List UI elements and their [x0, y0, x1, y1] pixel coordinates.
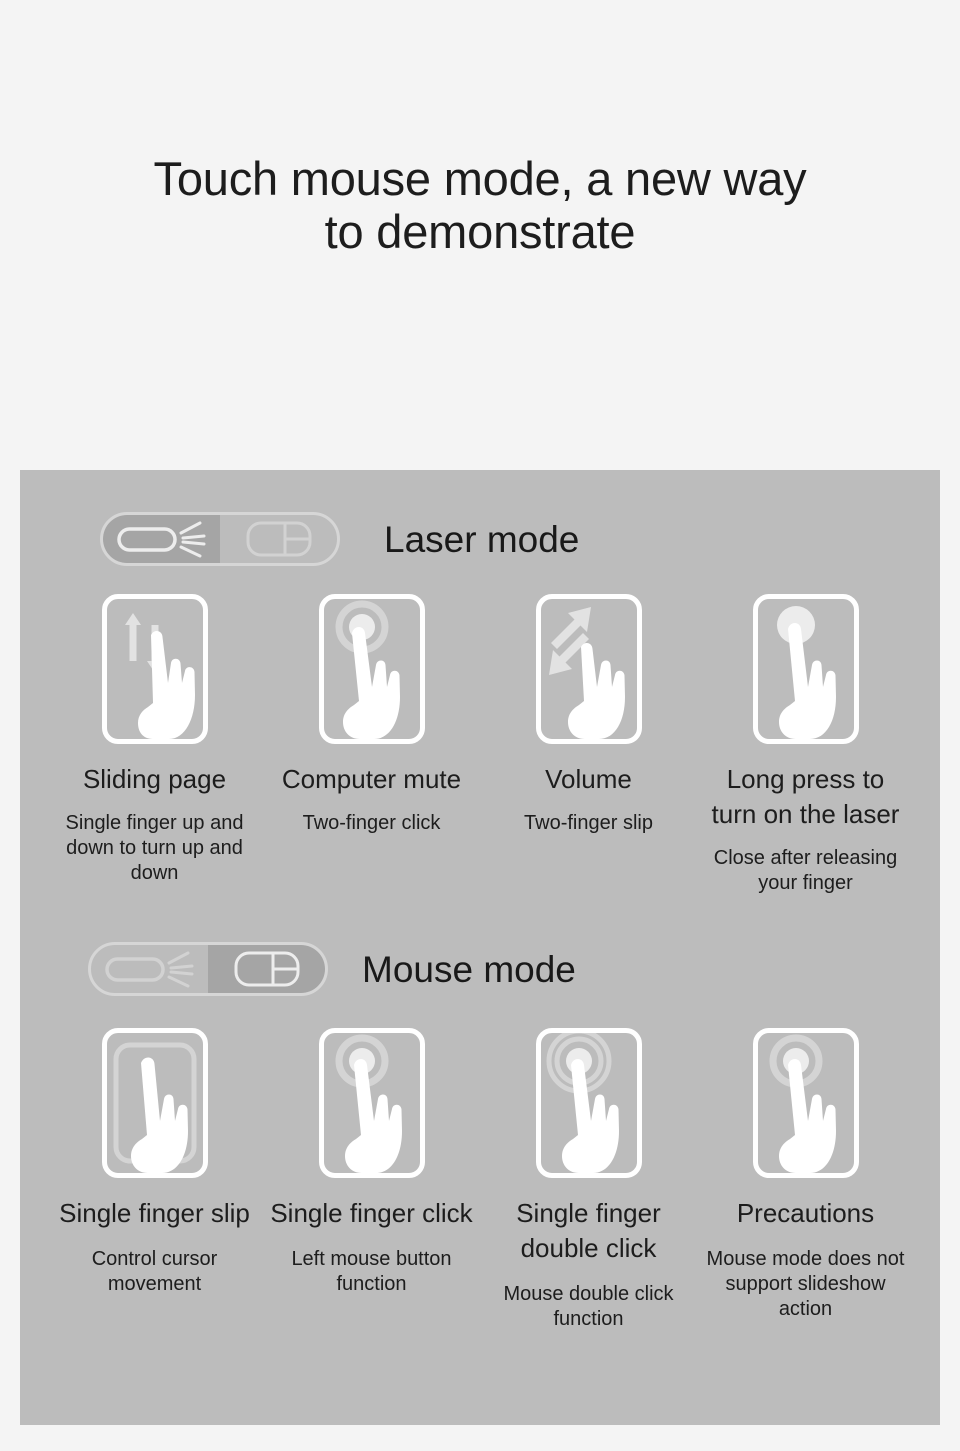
gesture-tile: [318, 1028, 425, 1178]
gesture-tile: [535, 594, 642, 744]
gesture-sublabel: Two-finger click: [302, 812, 441, 834]
precautions-icon: [769, 1034, 836, 1173]
laser-icon: [104, 951, 193, 988]
swipe-up-down-icon: [124, 613, 195, 739]
gesture-tile: [535, 1028, 642, 1178]
single-finger-double-click-icon: [546, 1033, 619, 1173]
mouse-mode-toggle[interactable]: [88, 942, 328, 996]
page-title: Touch mouse mode, a new way to demonstra…: [153, 152, 807, 258]
mouse-mode-header: Mouse mode: [20, 896, 940, 996]
long-press-icon: [776, 606, 836, 739]
mouse-mode-label: Mouse mode: [362, 948, 576, 990]
gesture-sublabel: Two-finger slip: [524, 812, 653, 834]
single-finger-slide-icon: [113, 1042, 196, 1173]
gesture-cell: Computer mute Two-finger click: [263, 594, 480, 896]
toggle-option-laser[interactable]: [91, 945, 208, 993]
mouse-gesture-grid: Single finger slip Control cursor moveme…: [20, 1028, 940, 1332]
gesture-sublabel: Control cursor movement: [91, 1248, 218, 1295]
laser-mode-header: Laser mode: [20, 470, 940, 566]
gesture-cell: Precautions Mouse mode does not support …: [697, 1028, 914, 1332]
gesture-label: Computer mute: [281, 764, 462, 794]
gesture-label: Volume: [545, 764, 632, 794]
laser-mode-toggle[interactable]: [100, 512, 340, 566]
gesture-sublabel: Close after releasing your finger: [713, 847, 898, 894]
laser-icon: [116, 521, 205, 558]
gesture-cell: Sliding page Single finger up and down t…: [46, 594, 263, 896]
laser-gesture-grid: Sliding page Single finger up and down t…: [20, 594, 940, 896]
gesture-cell: Single finger slip Control cursor moveme…: [46, 1028, 263, 1332]
mouse-icon: [246, 521, 311, 557]
gesture-tile: [101, 1028, 208, 1178]
gesture-sublabel: Mouse double click function: [503, 1283, 674, 1330]
toggle-option-laser[interactable]: [103, 515, 220, 563]
gesture-label: Precautions: [736, 1198, 875, 1228]
mouse-icon: [234, 951, 299, 987]
gesture-tile: [101, 594, 208, 744]
toggle-option-mouse[interactable]: [220, 515, 337, 563]
two-finger-tap-icon: [335, 600, 400, 739]
gesture-cell: Volume Two-finger slip: [480, 594, 697, 896]
laser-mode-label: Laser mode: [384, 518, 580, 560]
single-finger-click-icon: [335, 1034, 402, 1173]
gesture-sublabel: Mouse mode does not support slideshow ac…: [706, 1248, 905, 1320]
gesture-label: Sliding page: [82, 764, 227, 794]
gesture-cell: Long press to turn on the laser Close af…: [697, 594, 914, 896]
gesture-label: Single finger slip: [59, 1198, 250, 1228]
gesture-tile: [752, 594, 859, 744]
modes-panel: Laser mode Sliding page Single finger up…: [20, 470, 940, 1425]
gesture-label: Single finger double click: [516, 1198, 661, 1263]
gesture-label: Single finger click: [270, 1198, 473, 1228]
toggle-option-mouse[interactable]: [208, 945, 325, 993]
gesture-sublabel: Left mouse button function: [291, 1248, 452, 1295]
gesture-tile: [752, 1028, 859, 1178]
gesture-label: Long press to turn on the laser: [711, 764, 900, 829]
gesture-tile: [318, 594, 425, 744]
hero-section: Touch mouse mode, a new way to demonstra…: [0, 0, 960, 470]
two-finger-diagonal-slide-icon: [548, 607, 625, 739]
gesture-sublabel: Single finger up and down to turn up and…: [65, 812, 244, 884]
gesture-cell: Single finger click Left mouse button fu…: [263, 1028, 480, 1332]
gesture-cell: Single finger double click Mouse double …: [480, 1028, 697, 1332]
